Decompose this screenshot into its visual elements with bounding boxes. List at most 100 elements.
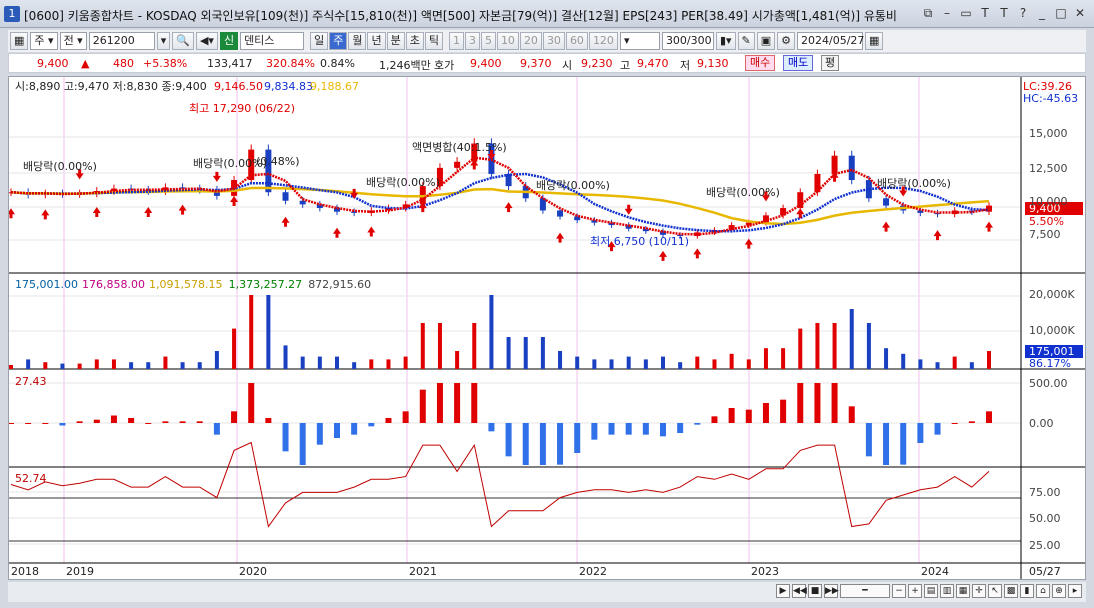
dividend-annot-7: 배당락(0.00%) — [877, 177, 951, 190]
stock-code-input[interactable]: 261200 — [88, 32, 155, 50]
number-button-60[interactable]: 60 — [565, 32, 588, 50]
volume-bar-7 — [129, 362, 134, 369]
macd-bar-53 — [917, 423, 924, 443]
interval-dropdown[interactable]: ▾ — [619, 32, 660, 50]
close-icon[interactable]: ✕ — [1072, 5, 1088, 21]
settings-icon[interactable]: ⚙ — [777, 32, 796, 50]
volume-bar-1 — [26, 359, 31, 369]
number-button-120[interactable]: 120 — [588, 32, 618, 50]
volume-bar-5 — [94, 359, 99, 369]
low-price: 9,130 — [697, 57, 729, 70]
prev-icon[interactable]: ◀◀ — [792, 584, 807, 598]
period-dropdown[interactable]: 주 ▾ — [30, 32, 58, 50]
measure-icon[interactable]: ⌂ — [1036, 584, 1050, 598]
period-button-1[interactable]: 주 — [329, 32, 348, 50]
volume-bar-39 — [678, 362, 683, 369]
chart-svg[interactable]: 2018 2019 2020 2021 2022 2023 2024 시:8,890 고:9… — [7, 77, 1085, 579]
volume-bar-17 — [300, 356, 305, 369]
flat-button[interactable]: 평 — [821, 55, 840, 71]
zoom-icon[interactable]: ⊕ — [1052, 584, 1066, 598]
period-button-0[interactable]: 일 — [310, 32, 329, 50]
low-annotation: 최저 6,750 (10/11) — [590, 235, 689, 248]
date-input[interactable]: 2024/05/27 — [797, 32, 864, 50]
zoom-minus-icon[interactable]: − — [892, 584, 906, 598]
macd-bar-23 — [402, 411, 409, 423]
macd-bar-33 — [574, 423, 581, 453]
chart-type-icon[interactable]: ▮▾ — [715, 32, 736, 50]
period-button-3[interactable]: 년 — [367, 32, 386, 50]
candle-body-31 — [539, 198, 546, 211]
candle-body-51 — [883, 198, 890, 206]
turnover-rate: 0.84% — [320, 57, 355, 70]
grid-toggle-icon[interactable]: ▩ — [1004, 584, 1018, 598]
period-button-5[interactable]: 초 — [405, 32, 424, 50]
search-icon[interactable]: 🔍 — [172, 32, 194, 50]
zoom-plus-icon[interactable]: + — [908, 584, 922, 598]
open-price: 9,230 — [581, 57, 613, 70]
macd-bar-31 — [539, 423, 546, 465]
crosshair-icon[interactable]: ✛ — [972, 584, 986, 598]
count-input[interactable]: 300/300 — [661, 32, 714, 50]
maximize-icon[interactable]: □ — [1053, 5, 1069, 21]
layout-icon-3[interactable]: ▦ — [956, 584, 970, 598]
scroll-slider[interactable]: ━ — [840, 584, 890, 598]
minimize-icon[interactable]: _ — [1034, 5, 1050, 21]
number-button-3[interactable]: 3 — [464, 32, 480, 50]
pointer-icon[interactable]: ↖ — [988, 584, 1002, 598]
macd-bar-18 — [316, 423, 323, 445]
help-icon[interactable]: ? — [1015, 5, 1031, 21]
dividend-annot-5: 배당락(0.00%) — [536, 179, 610, 192]
speaker-icon[interactable]: ◀▾ — [195, 32, 218, 50]
number-button-1[interactable]: 1 — [448, 32, 464, 50]
grid-icon[interactable]: ▦ — [10, 32, 29, 50]
volume-tag-pct: 86.17% — [1029, 357, 1071, 370]
candle-body-32 — [557, 210, 564, 217]
period-button-6[interactable]: 틱 — [424, 32, 443, 50]
volume-bar-4 — [77, 363, 82, 369]
number-button-30[interactable]: 30 — [542, 32, 565, 50]
macd-bar-20 — [351, 423, 358, 435]
link-icon[interactable]: ⧉ — [920, 5, 936, 21]
volume-bar-23 — [403, 356, 408, 369]
calendar-icon[interactable]: ▦ — [865, 32, 884, 50]
volume-bar-9 — [163, 356, 168, 369]
stock-name-field[interactable]: 덴티스 — [240, 32, 305, 50]
sell-button[interactable]: 매도 — [783, 55, 814, 71]
text-icon[interactable]: T — [996, 5, 1012, 21]
save-icon[interactable]: ▣ — [756, 32, 776, 50]
layout-icon-1[interactable]: ▤ — [924, 584, 938, 598]
macd-bar-48 — [831, 383, 838, 423]
pin-icon[interactable]: T — [977, 5, 993, 21]
layout-icon-2[interactable]: ▥ — [940, 584, 954, 598]
play-left-icon[interactable]: ▶ — [776, 584, 790, 598]
macd-bar-49 — [848, 406, 855, 423]
volume-tick-1: 10,000K — [1029, 324, 1075, 337]
ma-mid-value: 9,834.83 — [264, 80, 313, 93]
minimize-alt-icon[interactable]: – — [939, 5, 955, 21]
next-icon[interactable]: ▶▶ — [824, 584, 839, 598]
x-axis-label-4: 2022 — [579, 565, 607, 578]
macd-bar-56 — [968, 421, 975, 423]
volume-bar-24 — [420, 323, 425, 369]
hoga-label: 호가 — [434, 59, 455, 72]
tools-icon[interactable]: ✎ — [737, 32, 755, 50]
tile-icon[interactable]: ▭ — [958, 5, 974, 21]
number-button-10[interactable]: 10 — [496, 32, 519, 50]
number-button-20[interactable]: 20 — [519, 32, 542, 50]
low-label: 저 — [680, 59, 691, 72]
period-dropdown-value: 주 — [34, 34, 45, 47]
field-dropdown[interactable]: 전 ▾ — [59, 32, 87, 50]
buy-button[interactable]: 매수 — [745, 55, 776, 71]
macd-bar-28 — [488, 423, 495, 432]
chart-area[interactable]: 2018 2019 2020 2021 2022 2023 2024 시:8,890 고:9… — [7, 76, 1086, 580]
number-button-5[interactable]: 5 — [480, 32, 496, 50]
volume-bar-22 — [386, 359, 391, 369]
period-button-4[interactable]: 분 — [386, 32, 405, 50]
period-buttons: 일주월년분초틱 — [310, 32, 443, 50]
period-button-2[interactable]: 월 — [348, 32, 367, 50]
more-icon[interactable]: ▸ — [1068, 584, 1082, 598]
bar-toggle-icon[interactable]: ▮ — [1020, 584, 1034, 598]
macd-bar-2 — [42, 423, 49, 424]
code-dropdown-icon[interactable]: ▾ — [156, 32, 171, 50]
stop-icon[interactable]: ■ — [808, 584, 822, 598]
